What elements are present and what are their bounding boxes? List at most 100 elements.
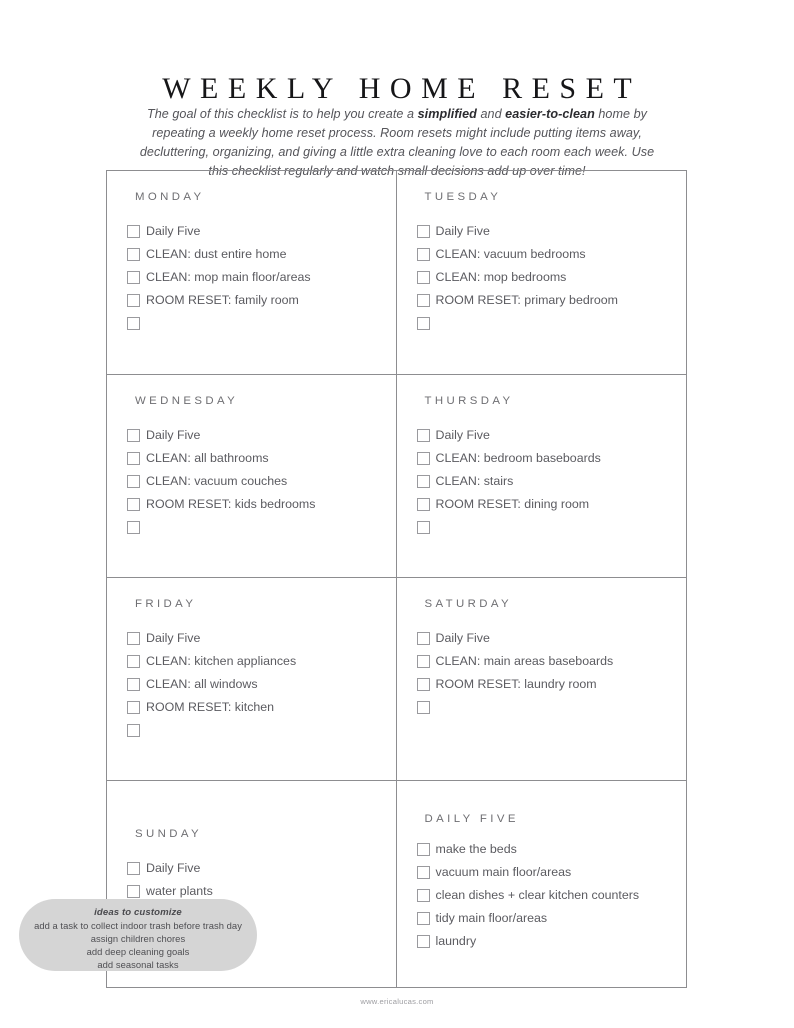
task-row[interactable]: CLEAN: dust entire home — [127, 243, 396, 266]
checkbox-icon[interactable] — [416, 475, 430, 488]
ideas-callout-line: add deep cleaning goals — [86, 945, 190, 957]
task-row[interactable]: CLEAN: bedroom baseboards — [416, 447, 687, 470]
checkbox-icon[interactable] — [127, 225, 140, 238]
heading-thursday: THURSDAY — [424, 395, 514, 407]
checkbox-icon[interactable] — [127, 701, 140, 714]
task-row[interactable]: Daily Five — [416, 220, 687, 243]
task-row[interactable]: ROOM RESET: kitchen — [127, 696, 396, 719]
checkbox-icon[interactable] — [416, 429, 430, 442]
task-row[interactable]: CLEAN: stairs — [416, 470, 687, 493]
heading-monday: MONDAY — [135, 191, 205, 203]
checkbox-icon[interactable] — [127, 655, 140, 668]
task-list-thursday: Daily Five CLEAN: bedroom baseboards CLEAN… — [416, 424, 687, 539]
page-title: WEEKLY HOME RESET — [162, 72, 642, 106]
task-row[interactable]: Daily Five — [127, 627, 396, 650]
checklist-page: WEEKLY HOME RESET The goal of this check… — [0, 0, 794, 1028]
task-row[interactable]: Daily Five — [127, 424, 396, 447]
checkbox-icon[interactable] — [416, 678, 430, 691]
checkbox-icon[interactable] — [127, 632, 140, 645]
checkbox-icon[interactable] — [416, 701, 430, 714]
task-label: water plants — [146, 883, 213, 898]
checkbox-icon[interactable] — [416, 498, 430, 511]
task-list-friday: Daily Five CLEAN: kitchen appliances CLEAN… — [127, 627, 396, 742]
checkbox-icon[interactable] — [127, 429, 140, 442]
task-row[interactable]: CLEAN: mop bedrooms — [416, 266, 687, 289]
task-row[interactable]: laundry — [416, 930, 687, 953]
weekly-grid: MONDAY Daily Five CLEAN: dust entire home C… — [106, 170, 687, 988]
checkbox-icon[interactable] — [127, 521, 140, 534]
task-label: ROOM RESET: family room — [146, 292, 299, 307]
checkbox-icon[interactable] — [416, 866, 430, 879]
task-label: CLEAN: stairs — [435, 473, 514, 488]
task-list-saturday: Daily Five CLEAN: main areas baseboards RO… — [416, 627, 687, 719]
checkbox-icon[interactable] — [416, 935, 430, 948]
task-row[interactable]: ROOM RESET: family room — [127, 289, 396, 312]
task-row[interactable] — [416, 516, 687, 539]
task-row[interactable]: tidy main floor/areas — [416, 907, 687, 930]
checkbox-icon[interactable] — [416, 317, 430, 330]
checkbox-icon[interactable] — [127, 294, 140, 307]
checkbox-icon[interactable] — [416, 655, 430, 668]
task-row[interactable]: vacuum main floor/areas — [416, 861, 687, 884]
task-label: CLEAN: mop bedrooms — [435, 269, 567, 284]
checkbox-icon[interactable] — [416, 294, 430, 307]
checkbox-icon[interactable] — [416, 912, 430, 925]
task-row[interactable]: CLEAN: vacuum couches — [127, 470, 396, 493]
checkbox-icon[interactable] — [416, 452, 430, 465]
cell-thursday: THURSDAY Daily Five CLEAN: bedroom baseboa… — [396, 374, 687, 577]
task-label: tidy main floor/areas — [435, 910, 548, 925]
task-row[interactable]: ROOM RESET: primary bedroom — [416, 289, 687, 312]
task-row[interactable]: ROOM RESET: dining room — [416, 493, 687, 516]
heading-wednesday: WEDNESDAY — [135, 395, 239, 407]
checkbox-icon[interactable] — [416, 271, 430, 284]
task-label: ROOM RESET: laundry room — [435, 676, 597, 691]
intro-text-2: and — [476, 106, 506, 121]
task-row[interactable]: CLEAN: main areas baseboards — [416, 650, 687, 673]
task-label: Daily Five — [146, 630, 201, 645]
task-row[interactable]: Daily Five — [416, 627, 687, 650]
checkbox-icon[interactable] — [127, 317, 140, 330]
task-row[interactable] — [127, 312, 396, 335]
checkbox-icon[interactable] — [416, 521, 430, 534]
task-row[interactable]: CLEAN: all windows — [127, 673, 396, 696]
checkbox-icon[interactable] — [416, 889, 430, 902]
task-row[interactable]: Daily Five — [416, 424, 687, 447]
task-row[interactable]: CLEAN: all bathrooms — [127, 447, 396, 470]
checkbox-icon[interactable] — [127, 885, 140, 898]
task-row[interactable]: clean dishes + clear kitchen counters — [416, 884, 687, 907]
checkbox-icon[interactable] — [416, 248, 430, 261]
task-row[interactable]: ROOM RESET: laundry room — [416, 673, 687, 696]
task-row[interactable] — [127, 719, 396, 742]
checkbox-icon[interactable] — [127, 498, 140, 511]
task-list-daily-five: make the beds vacuum main floor/areas clea… — [416, 838, 687, 953]
task-row[interactable] — [416, 696, 687, 719]
checkbox-icon[interactable] — [127, 475, 140, 488]
task-row[interactable]: Daily Five — [127, 857, 396, 880]
task-label: Daily Five — [435, 427, 490, 442]
task-row[interactable] — [416, 312, 687, 335]
checkbox-icon[interactable] — [127, 248, 140, 261]
task-row[interactable]: ROOM RESET: kids bedrooms — [127, 493, 396, 516]
intro-text-1: The goal of this checklist is to help yo… — [146, 106, 418, 121]
checkbox-icon[interactable] — [416, 225, 430, 238]
checkbox-icon[interactable] — [127, 678, 140, 691]
task-row[interactable]: CLEAN: mop main floor/areas — [127, 266, 396, 289]
checkbox-icon[interactable] — [127, 862, 140, 875]
task-label: CLEAN: bedroom baseboards — [435, 450, 601, 465]
heading-sunday: SUNDAY — [135, 828, 203, 840]
task-label: CLEAN: dust entire home — [146, 246, 287, 261]
task-row[interactable]: CLEAN: kitchen appliances — [127, 650, 396, 673]
task-row[interactable] — [127, 516, 396, 539]
checkbox-icon[interactable] — [127, 271, 140, 284]
task-row[interactable]: Daily Five — [127, 220, 396, 243]
checkbox-icon[interactable] — [416, 843, 430, 856]
checkbox-icon[interactable] — [416, 632, 430, 645]
intro-emphasis-simplified: simplified — [417, 106, 477, 121]
task-label: ROOM RESET: primary bedroom — [435, 292, 618, 307]
checkbox-icon[interactable] — [127, 724, 140, 737]
checkbox-icon[interactable] — [127, 452, 140, 465]
task-row[interactable]: CLEAN: vacuum bedrooms — [416, 243, 687, 266]
heading-daily-five: DAILY FIVE — [424, 813, 519, 825]
intro-emphasis-easier-to-clean: easier-to-clean — [505, 106, 595, 121]
task-row[interactable]: make the beds — [416, 838, 687, 861]
